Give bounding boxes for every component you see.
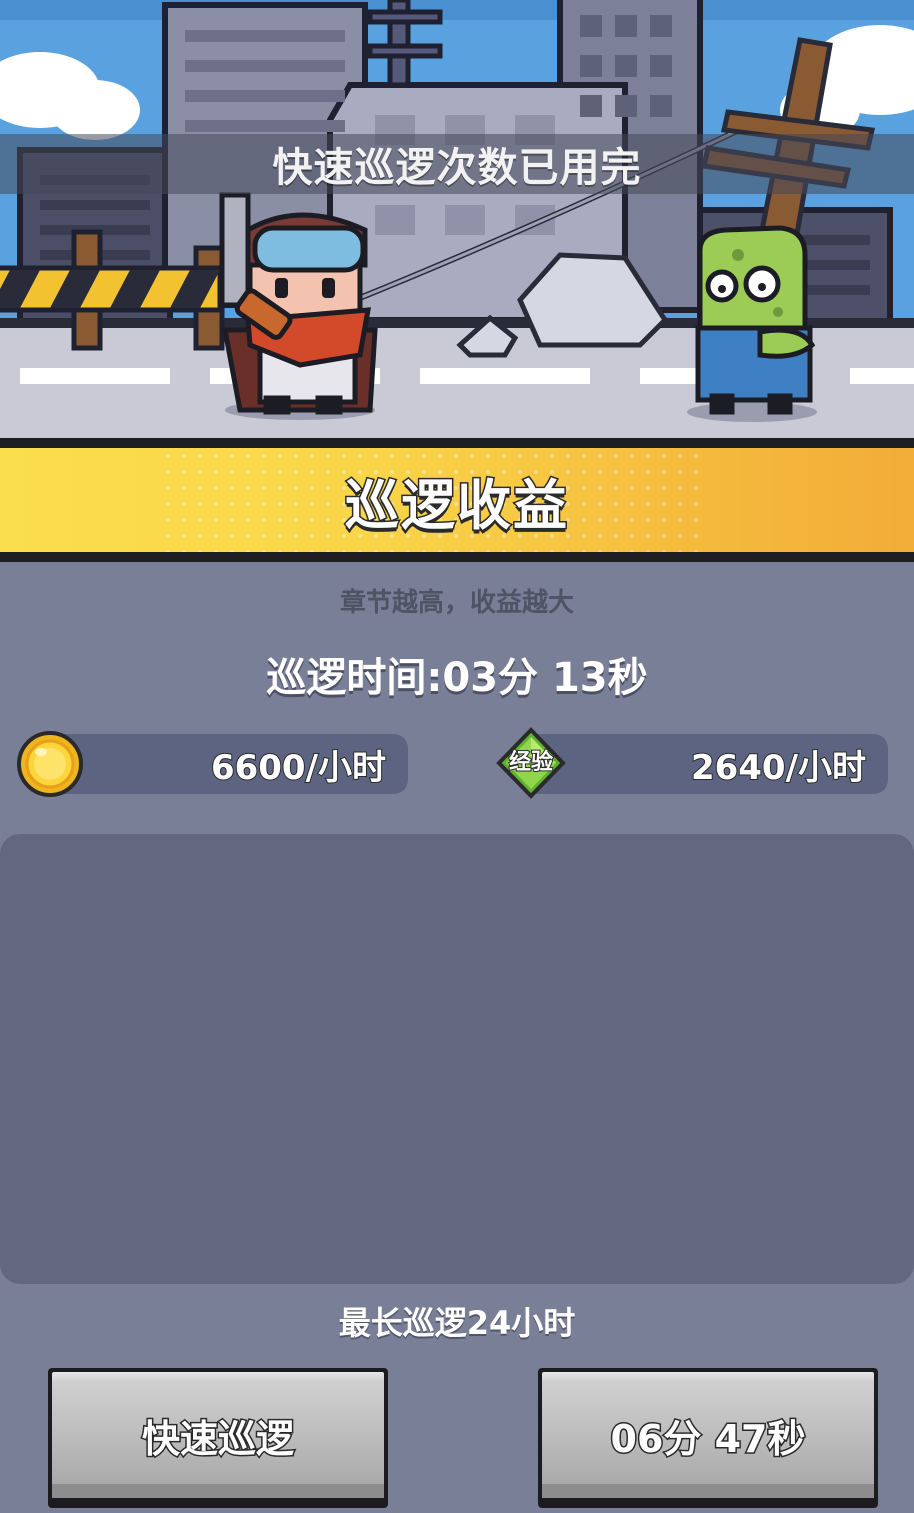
reward-items-panel (0, 834, 914, 1284)
street-scene-illustration (0, 0, 914, 438)
gold-rate-bar: 6600/小时 (30, 734, 408, 794)
banner-text: 快速巡逻次数已用完 (272, 145, 642, 191)
title-bar: 巡逻收益 (0, 438, 914, 562)
quick-patrol-label: 快速巡逻 (140, 1415, 295, 1462)
quick-patrol-button[interactable]: 快速巡逻 (48, 1368, 388, 1508)
max-patrol-note: 最长巡逻24小时 (338, 1304, 576, 1342)
exp-rate-bar: 2640/小时 (520, 734, 888, 794)
patrol-scene: 快速巡逻次数已用完 (0, 0, 914, 438)
patrol-time-display: 巡逻时间:03分 13秒 (266, 655, 648, 701)
claim-countdown-button[interactable]: 06分 47秒 (538, 1368, 878, 1508)
patrol-limit-banner: 快速巡逻次数已用完 (0, 134, 914, 194)
patrol-reward-screen: 快速巡逻次数已用完 巡逻收益 章节越高，收益越大 巡逻时间:03分 13秒 66… (0, 0, 914, 1513)
zombie-enemy-icon (695, 225, 816, 415)
gold-coin-icon (17, 731, 83, 797)
title-bar-fill: 巡逻收益 (0, 448, 914, 552)
exp-label: 经验 (508, 749, 554, 776)
page-title: 巡逻收益 (344, 472, 569, 538)
countdown-label: 06分 47秒 (609, 1415, 807, 1462)
gold-rate-value: 6600/小时 (210, 747, 387, 789)
reward-hint: 章节越高，收益越大 (339, 588, 574, 618)
hero-character-icon (219, 192, 378, 415)
exp-rate-value: 2640/小时 (690, 747, 867, 789)
